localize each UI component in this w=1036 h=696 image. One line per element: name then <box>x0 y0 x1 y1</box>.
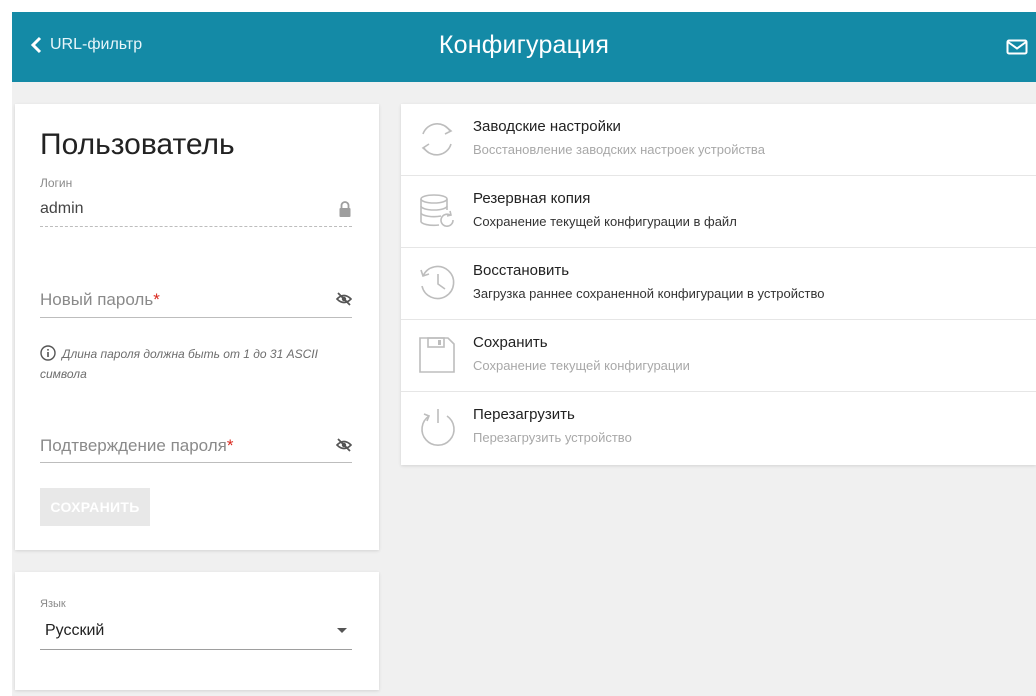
new-password-line <box>40 317 352 318</box>
confirm-password-placeholder: Подтверждение пароля* <box>40 436 234 455</box>
menu-item-backup[interactable]: Резервная копия Сохранение текущей конфи… <box>401 176 1036 248</box>
top-header: URL-фильтр Конфигурация <box>12 12 1036 82</box>
user-card-title: Пользователь <box>40 128 235 161</box>
eye-off-icon[interactable] <box>335 438 353 457</box>
login-label: Логин <box>40 176 73 190</box>
configuration-menu: Заводские настройки Восстановление завод… <box>401 104 1036 465</box>
login-field-line <box>40 226 352 227</box>
language-value: Русский <box>45 622 105 639</box>
page-frame-top <box>0 0 1036 12</box>
menu-item-title: Перезагрузить <box>473 406 575 423</box>
backup-database-icon <box>420 194 454 227</box>
restore-history-icon <box>420 265 455 300</box>
menu-item-subtitle: Загрузка раннее сохраненной конфигурации… <box>473 286 825 301</box>
menu-item-title: Резервная копия <box>473 190 591 207</box>
save-password-button[interactable]: СОХРАНИТЬ <box>40 488 150 526</box>
menu-item-save[interactable]: Сохранить Сохранение текущей конфигураци… <box>401 320 1036 392</box>
menu-item-subtitle: Сохранение текущей конфигурации <box>473 358 690 373</box>
save-floppy-icon <box>419 337 455 373</box>
menu-item-title: Заводские настройки <box>473 118 621 135</box>
password-hint: Длина пароля должна быть от 1 до 31 ASCI… <box>40 344 350 384</box>
eye-off-icon[interactable] <box>335 292 353 311</box>
info-icon <box>40 345 56 361</box>
menu-item-subtitle: Перезагрузить устройство <box>473 430 632 445</box>
menu-item-factory-reset[interactable]: Заводские настройки Восстановление завод… <box>401 104 1036 176</box>
language-select-line <box>40 649 352 650</box>
menu-item-restore[interactable]: Восстановить Загрузка раннее сохраненной… <box>401 248 1036 320</box>
language-label: Язык <box>40 598 66 610</box>
caret-down-icon <box>337 628 347 633</box>
factory-reset-icon <box>421 123 453 156</box>
language-card: Язык Русский <box>15 572 379 690</box>
password-hint-text: Длина пароля должна быть от 1 до 31 ASCI… <box>40 347 318 381</box>
login-value: admin <box>40 200 84 217</box>
menu-item-subtitle: Сохранение текущей конфигурации в файл <box>473 214 737 229</box>
menu-item-subtitle: Восстановление заводских настроек устрой… <box>473 142 765 157</box>
menu-item-title: Восстановить <box>473 262 570 279</box>
lock-icon <box>338 200 352 223</box>
user-card: Пользователь Логин admin Новый пароль* Д… <box>15 104 379 550</box>
new-password-placeholder: Новый пароль* <box>40 290 160 309</box>
page-title: Конфигурация <box>438 31 610 59</box>
reboot-power-icon <box>421 409 455 446</box>
confirm-password-line <box>40 462 352 463</box>
menu-item-title: Сохранить <box>473 334 548 351</box>
page-frame-left <box>0 0 12 696</box>
mail-icon[interactable] <box>1006 39 1028 60</box>
menu-item-reboot[interactable]: Перезагрузить Перезагрузить устройство <box>401 392 1036 463</box>
